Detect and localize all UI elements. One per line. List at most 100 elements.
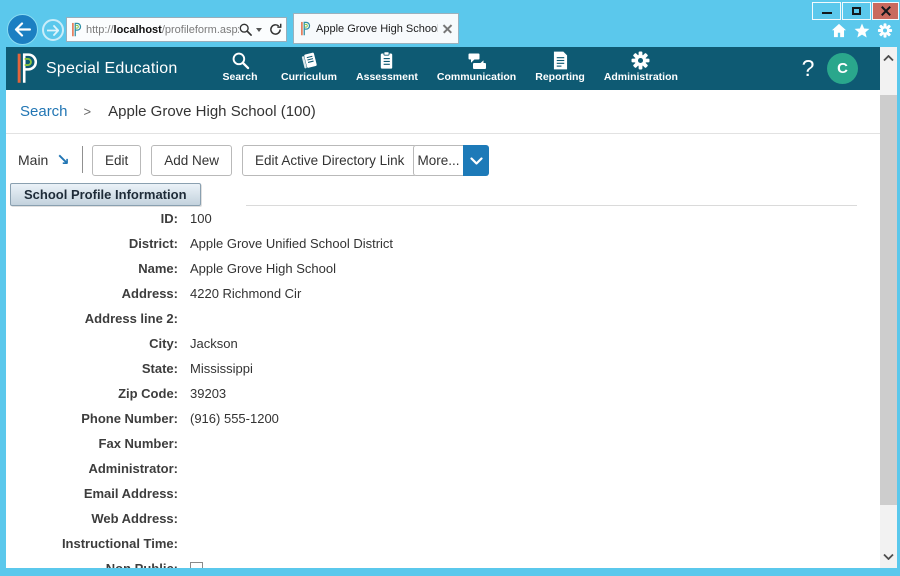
nav-item-label: Administration [604,71,678,83]
tab-school-profile-information[interactable]: School Profile Information [10,183,201,206]
breadcrumb-separator: > [84,104,92,119]
main-navigation: Search Curriculum Assessment Communication R… [218,51,678,83]
field-value: (916) 555-1200 [190,411,279,426]
address-dropdown-icon[interactable] [256,28,262,32]
communication-icon [467,51,487,70]
form-row: Web Address: [6,506,880,531]
field-label: State: [6,361,178,376]
user-avatar[interactable]: C [827,53,858,84]
back-arrow-icon [14,22,31,37]
page-title: Apple Grove High School (100) [108,103,316,120]
maximize-button[interactable] [842,2,871,20]
page-search-icon[interactable] [239,23,252,36]
form-row: Administrator: [6,456,880,481]
field-label: Address line 2: [6,311,178,326]
field-label: Non Public: [6,561,178,568]
nav-item-label: Assessment [356,71,418,83]
nav-item-search[interactable]: Search [218,51,262,83]
field-value: Apple Grove High School [190,261,336,276]
form-row: Name: Apple Grove High School [6,256,880,281]
field-label: Zip Code: [6,386,178,401]
home-icon[interactable] [831,23,847,38]
nav-item-administration[interactable]: Administration [604,51,678,83]
non-public-checkbox[interactable] [190,562,203,568]
minimize-button[interactable] [812,2,841,20]
browser-back-button[interactable] [7,14,38,45]
assessment-icon [377,51,396,70]
field-value: 100 [190,211,212,226]
breadcrumb-search-link[interactable]: Search [20,103,68,120]
form-row: Address line 2: [6,306,880,331]
address-bar[interactable]: http://localhost/profileform.aspx?pt: [66,17,287,42]
minimize-icon [822,12,832,14]
toolbar-button-add-new[interactable]: Add New [151,145,232,176]
field-label: Name: [6,261,178,276]
toolbar-button-edit-active-directory-link[interactable]: Edit Active Directory Link [242,145,417,176]
chevron-up-icon [883,55,894,62]
scroll-up-button[interactable] [880,50,897,67]
help-button[interactable]: ? [795,47,821,90]
field-label: District: [6,236,178,251]
app-title: Special Education [46,47,178,90]
field-value: 4220 Richmond Cir [190,286,301,301]
field-label: Address: [6,286,178,301]
scrollbar-thumb[interactable] [880,95,897,505]
browser-chrome: http://localhost/profileform.aspx?pt: [0,0,900,47]
nav-item-communication[interactable]: Communication [437,51,516,83]
browser-tab[interactable]: Apple Grove High School (1... [293,13,459,44]
form-row: District: Apple Grove Unified School Dist… [6,231,880,256]
nav-item-label: Reporting [535,71,585,83]
field-value: Jackson [190,336,238,351]
field-label: Administrator: [6,461,178,476]
scroll-down-button[interactable] [880,548,897,565]
tab-close-icon[interactable] [443,24,452,33]
field-value: 39203 [190,386,226,401]
form-row: State:Mississippi [6,356,880,381]
form-row: Email Address: [6,481,880,506]
field-label: Email Address: [6,486,178,501]
refresh-icon[interactable] [269,23,282,36]
forward-arrow-icon [47,25,59,36]
more-dropdown-button[interactable] [463,145,489,176]
breadcrumb: Search > Apple Grove High School (100) [6,90,880,134]
administration-icon [631,51,650,70]
vertical-scrollbar[interactable] [880,47,897,568]
close-icon [881,6,891,16]
nav-item-label: Search [222,71,257,83]
powerschool-logo-icon[interactable] [15,52,39,89]
curriculum-icon [300,51,319,70]
toolbar-divider [82,146,83,173]
field-label: Web Address: [6,511,178,526]
favorites-star-icon[interactable] [854,23,870,38]
form-row: ID: 100 [6,206,880,231]
field-label: ID: [6,211,178,226]
favicon-powerschool [71,22,82,37]
form-row: Address: 4220 Richmond Cir [6,281,880,306]
nav-item-curriculum[interactable]: Curriculum [281,51,337,83]
maximize-icon [852,7,861,15]
close-button[interactable] [872,2,899,20]
form-row: Zip Code: 39203 [6,381,880,406]
form-row: Phone Number:(916) 555-1200 [6,406,880,431]
reporting-icon [553,51,568,70]
more-button-group: More... [413,145,489,176]
more-button[interactable]: More... [413,145,463,176]
nav-item-label: Curriculum [281,71,337,83]
form-row: Non Public: [6,556,880,568]
nav-item-reporting[interactable]: Reporting [535,51,585,83]
settings-gear-icon[interactable] [877,23,893,38]
search-icon [231,51,250,70]
browser-forward-button[interactable] [42,19,64,41]
main-link[interactable]: Main ↘ [18,147,70,172]
url-text[interactable]: http://localhost/profileform.aspx?pt: [86,24,239,36]
favicon-powerschool [300,21,311,36]
nav-item-assessment[interactable]: Assessment [356,51,418,83]
field-label: City: [6,336,178,351]
toolbar-button-edit[interactable]: Edit [92,145,141,176]
form-row: Instructional Time: [6,531,880,556]
field-value: Apple Grove Unified School District [190,236,393,251]
window-controls [811,2,899,20]
browser-window: http://localhost/profileform.aspx?pt: [0,0,900,576]
main-arrow-icon: ↘ [56,150,69,170]
nav-item-label: Communication [437,71,516,83]
